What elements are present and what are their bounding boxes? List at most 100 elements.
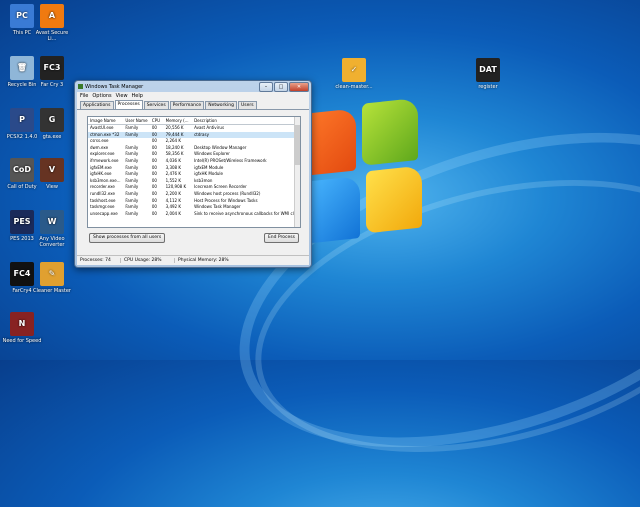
tab-performance[interactable]: Performance xyxy=(169,101,205,109)
tab-users[interactable]: Users xyxy=(237,101,257,109)
status-bar: Processes: 74 CPU Usage: 28% Physical Me… xyxy=(77,255,309,265)
cell-memory: 2,200 K xyxy=(165,190,181,196)
desktop-icon[interactable]: ✓ clean-master... xyxy=(334,58,374,90)
menu-view[interactable]: View xyxy=(116,93,128,99)
table-row[interactable]: taskhost.exe Family 00 4,112 K Host Process … xyxy=(88,198,300,205)
tab-strip: Applications Processes Services Performa… xyxy=(77,100,309,109)
cell-cpu: 00 xyxy=(151,151,157,157)
table-row[interactable]: explorer.exe Family 00 58,356 K Windows Expl… xyxy=(88,151,300,158)
desktop-icon[interactable]: A Avast Secure Li... xyxy=(32,4,72,42)
table-row[interactable]: rundll32.exe Family 00 2,200 K Windows host … xyxy=(88,191,300,198)
desktop-icon[interactable]: FC3 Far Cry 3 xyxy=(32,56,72,88)
desktop-icon-label: clean-master... xyxy=(335,84,373,90)
desktop-icon[interactable]: DAT register xyxy=(468,58,508,90)
cell-memory: 4,112 K xyxy=(165,197,181,203)
status-memory: Physical Memory: 28% xyxy=(178,258,229,263)
tab-processes[interactable]: Processes xyxy=(114,100,143,109)
desktop-icon-image: A xyxy=(40,4,64,28)
cell-user-name: Family xyxy=(125,125,139,130)
tab-networking[interactable]: Networking xyxy=(205,101,237,109)
cell-image-name: recorder.exe xyxy=(90,184,115,190)
table-row[interactable]: igfxHK.exe Family 00 2,476 K igfxHK Module xyxy=(88,171,300,178)
vertical-scrollbar[interactable] xyxy=(294,117,300,227)
tab-applications[interactable]: Applications xyxy=(80,101,114,109)
cell-memory: 4,036 K xyxy=(165,157,181,163)
cell-cpu: 00 xyxy=(151,125,157,130)
cell-user-name: Family xyxy=(125,151,139,157)
cell-user-name: Family xyxy=(125,131,139,137)
table-row[interactable]: ksb3mon.exe... Family 00 1,552 K ksb3mon xyxy=(88,178,300,185)
maximize-button[interactable]: □ xyxy=(274,82,288,92)
desktop-icon[interactable]: W Any Video Converter xyxy=(32,210,72,248)
desktop-icon-label: Need for Speed xyxy=(2,338,42,344)
cell-cpu: 00 xyxy=(151,157,157,163)
table-row[interactable]: dwm.exe Family 00 18,240 K Desktop Window Ma… xyxy=(88,145,300,152)
cell-image-name: taskhost.exe xyxy=(90,197,116,203)
desktop-icon-label: Avast Secure Li... xyxy=(35,30,69,42)
table-row[interactable]: ifrmework.exe Family 00 4,036 K Intel(R) PRO… xyxy=(88,158,300,165)
desktop-icon-image: N xyxy=(10,312,34,336)
scrollbar-thumb[interactable] xyxy=(295,125,300,165)
cell-image-name: csrss.exe xyxy=(90,138,109,144)
cell-user-name: Family xyxy=(125,171,139,177)
table-row[interactable]: ctmon.exe *32 Family 00 79,444 K ctdrasy xyxy=(88,131,300,139)
cell-user-name xyxy=(123,138,150,145)
desktop-icon[interactable]: ✎ Cleaner Master xyxy=(32,262,72,294)
desktop-icon[interactable]: V View xyxy=(32,158,72,190)
cell-description: Intel(R) PROSet/Wireless Framework xyxy=(194,157,267,163)
windows-logo-icon xyxy=(300,97,422,255)
table-row[interactable]: igfxEM.exe Family 00 3,308 K igfxEM Module xyxy=(88,165,300,172)
desktop-icon-label: Far Cry 3 xyxy=(40,82,64,88)
cell-cpu: 00 xyxy=(151,131,157,137)
desktop-icon[interactable]: Ggta.exe xyxy=(32,108,72,140)
cell-description: Windows Explorer xyxy=(194,151,230,157)
cell-description: Sink to receive asynchronous callbacks f… xyxy=(194,210,299,216)
close-button[interactable]: ✕ xyxy=(289,82,309,92)
col-memory[interactable]: Memory (... xyxy=(164,117,192,124)
cell-cpu: 00 xyxy=(151,138,157,144)
tab-services[interactable]: Services xyxy=(143,101,169,109)
task-manager-window[interactable]: Windows Task Manager – □ ✕ File Options … xyxy=(74,80,312,268)
menu-help[interactable]: Help xyxy=(132,93,143,99)
table-row[interactable]: AvastUI.exe Family 00 20,556 K Avast Antivir… xyxy=(88,125,300,132)
desktop-icon-image: FC3 xyxy=(40,56,64,80)
table-row[interactable]: unsecapp.exe Family 00 2,004 K Sink to recei… xyxy=(88,211,300,218)
cell-image-name: ksb3mon.exe... xyxy=(90,177,121,183)
minimize-button[interactable]: – xyxy=(259,82,273,92)
menu-file[interactable]: File xyxy=(80,93,88,99)
cell-description: ctdrasy xyxy=(194,131,209,137)
cell-image-name: dwm.exe xyxy=(90,144,109,150)
desktop-icon[interactable]: N Need for Speed xyxy=(2,312,42,344)
cell-user-name: Family xyxy=(125,204,139,210)
col-description[interactable]: Description xyxy=(192,117,300,124)
cell-user-name: Family xyxy=(125,157,139,163)
process-list[interactable]: Image Name User Name CPU Memory (... Des… xyxy=(87,116,301,228)
cell-cpu: 00 xyxy=(151,171,157,177)
cell-description: igfxHK Module xyxy=(194,171,223,177)
cell-user-name: Family xyxy=(125,197,139,203)
show-all-users-button[interactable]: Show processes from all users xyxy=(89,233,166,243)
task-manager-icon xyxy=(78,84,83,89)
col-cpu[interactable]: CPU xyxy=(150,117,164,124)
cell-cpu: 00 xyxy=(151,144,157,150)
cell-image-name: ifrmework.exe xyxy=(90,157,119,163)
col-user-name[interactable]: User Name xyxy=(123,117,150,124)
desktop-icon-label: Any Video Converter xyxy=(39,236,65,248)
end-process-button[interactable]: End Process xyxy=(263,233,299,243)
desktop-icon-image: 🗑 xyxy=(10,56,34,80)
cell-user-name: Family xyxy=(125,190,139,196)
desktop-icon-image: PC xyxy=(10,4,34,28)
desktop-icon-image: W xyxy=(40,210,64,234)
desktop-icon-label: register xyxy=(478,84,498,90)
menu-options[interactable]: Options xyxy=(92,93,111,99)
processes-panel: Image Name User Name CPU Memory (... Des… xyxy=(77,109,309,259)
cell-memory: 58,356 K xyxy=(165,151,184,157)
table-row[interactable]: recorder.exe Family 00 120,908 K Icecream Sc… xyxy=(88,184,300,191)
col-image-name[interactable]: Image Name xyxy=(88,117,123,124)
table-row[interactable]: taskmgr.exe Family 00 3,492 K Windows Task M… xyxy=(88,204,300,211)
table-row[interactable]: csrss.exe 00 2,264 K xyxy=(88,138,300,145)
cell-memory: 3,492 K xyxy=(165,204,181,210)
cell-user-name: Family xyxy=(125,177,139,183)
desktop-icon-image: ✓ xyxy=(342,58,366,82)
title-bar[interactable]: Windows Task Manager – □ ✕ xyxy=(75,81,311,92)
